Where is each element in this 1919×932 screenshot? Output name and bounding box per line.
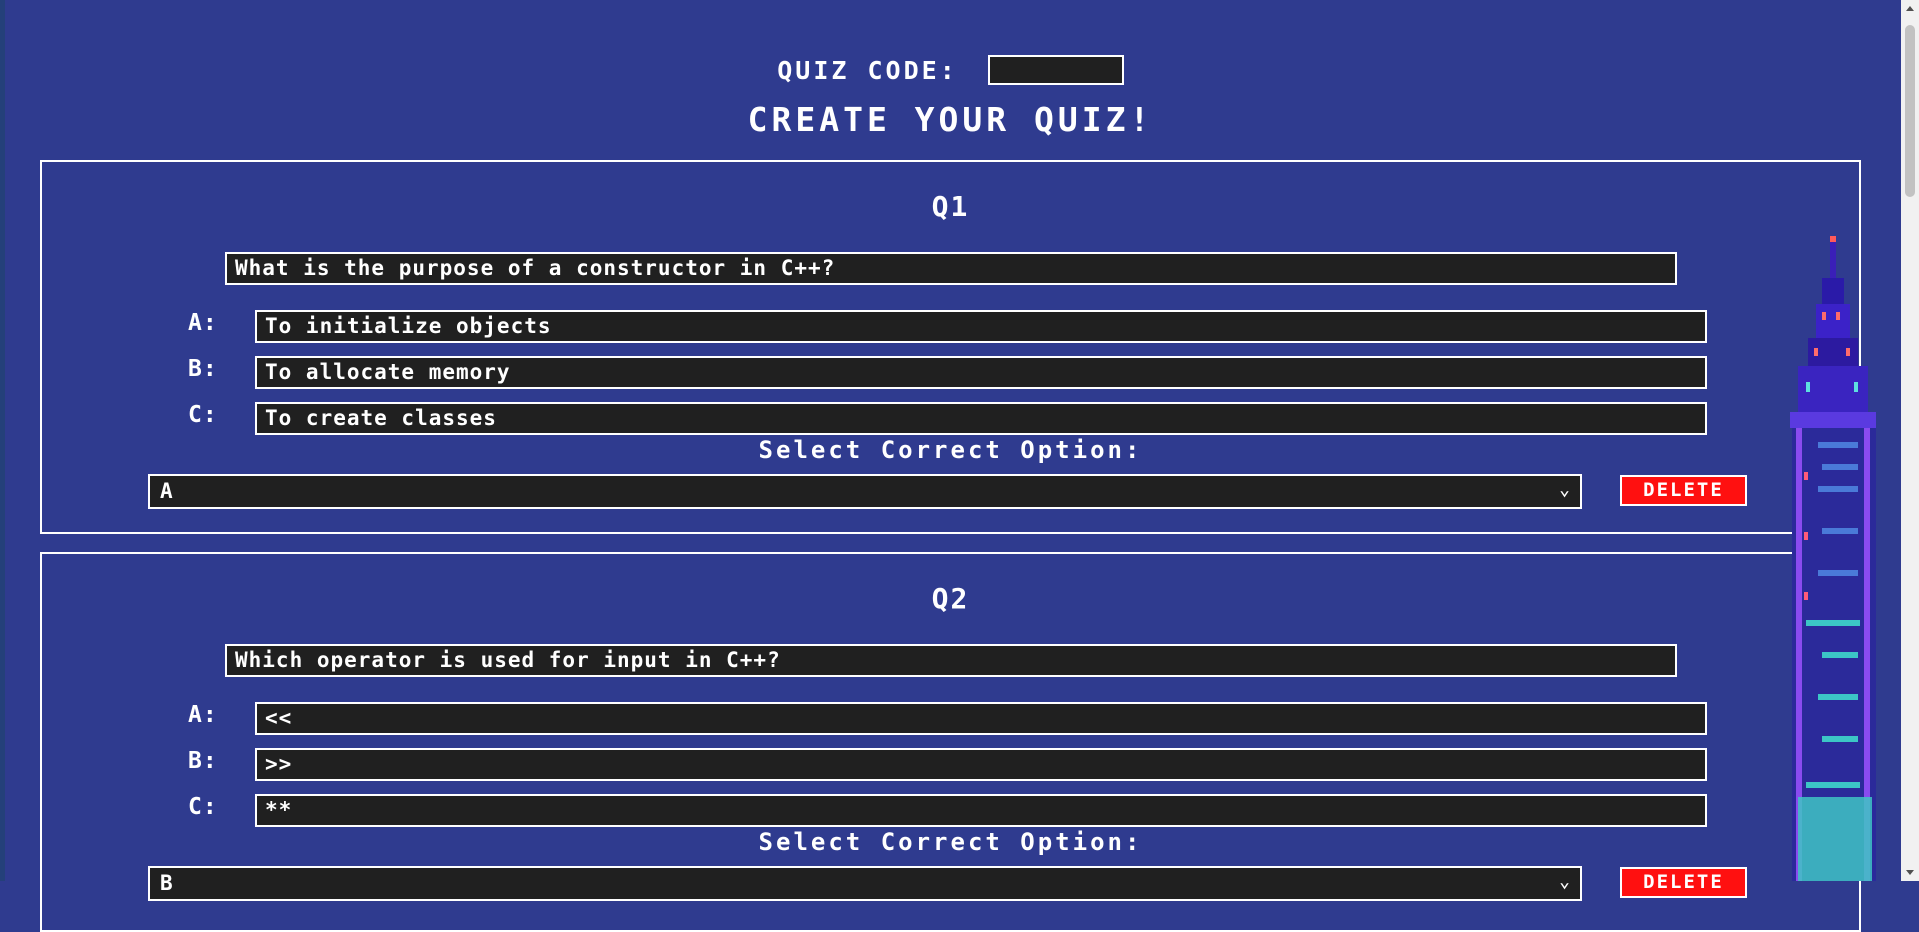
chevron-down-icon: ⌄	[1559, 871, 1570, 892]
option-b-label: B:	[188, 356, 218, 382]
option-a-input[interactable]: To initialize objects	[255, 310, 1707, 343]
option-a-input[interactable]: <<	[255, 702, 1707, 735]
question-text-input[interactable]: What is the purpose of a constructor in …	[225, 252, 1677, 285]
page-title: CREATE YOUR QUIZ!	[747, 100, 1154, 139]
selected-option: A	[160, 479, 173, 503]
quiz-code-label: QUIZ CODE:	[777, 55, 958, 85]
question-number: Q2	[931, 582, 970, 615]
option-b-label: B:	[188, 748, 218, 774]
option-a-label: A:	[188, 310, 218, 336]
select-correct-label: Select Correct Option:	[758, 436, 1143, 464]
select-correct-label: Select Correct Option:	[758, 828, 1143, 856]
pixel-tower-illustration	[1760, 232, 1896, 881]
quiz-code-row: QUIZ CODE:	[0, 52, 1901, 88]
chevron-down-icon: ⌄	[1559, 479, 1570, 500]
option-c-input[interactable]: To create classes	[255, 402, 1707, 435]
correct-option-select[interactable]: B ⌄	[148, 866, 1582, 901]
question-number: Q1	[931, 190, 970, 223]
option-b-input[interactable]: >>	[255, 748, 1707, 781]
scroll-thumb[interactable]	[1905, 25, 1915, 197]
selected-option: B	[160, 871, 173, 895]
scroll-down-icon[interactable]	[1906, 870, 1914, 875]
vertical-scrollbar[interactable]	[1901, 0, 1919, 881]
correct-option-select[interactable]: A ⌄	[148, 474, 1582, 509]
delete-button[interactable]: DELETE	[1620, 475, 1747, 506]
question-card-2: Q2 Which operator is used for input in C…	[40, 552, 1861, 932]
delete-button[interactable]: DELETE	[1620, 867, 1747, 898]
scroll-up-icon[interactable]	[1906, 6, 1914, 11]
option-c-input[interactable]: **	[255, 794, 1707, 827]
quiz-code-input[interactable]	[987, 55, 1124, 85]
option-c-label: C:	[188, 794, 218, 820]
option-b-input[interactable]: To allocate memory	[255, 356, 1707, 389]
question-text-input[interactable]: Which operator is used for input in C++?	[225, 644, 1677, 677]
option-c-label: C:	[188, 402, 218, 428]
question-card-1: Q1 What is the purpose of a constructor …	[40, 160, 1861, 534]
option-a-label: A:	[188, 702, 218, 728]
